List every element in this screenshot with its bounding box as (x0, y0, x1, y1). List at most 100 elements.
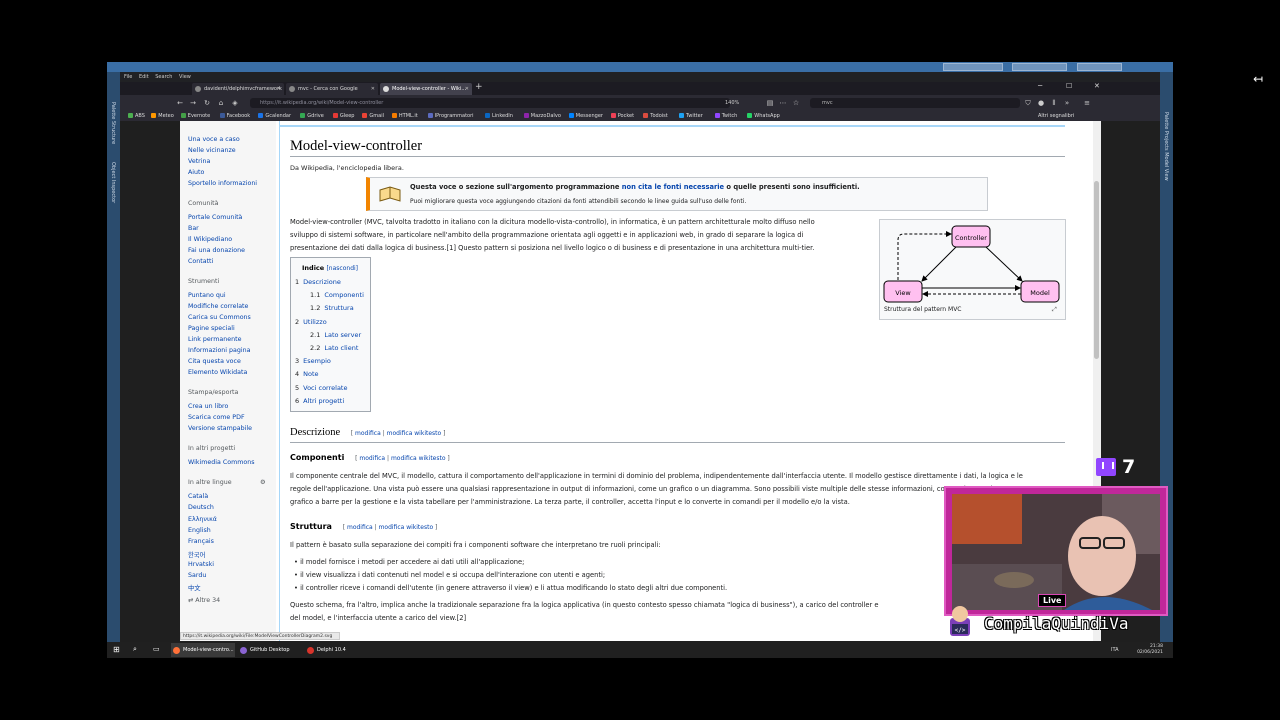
edit-link[interactable]: modifica (347, 524, 373, 531)
menu-edit[interactable]: Edit (139, 74, 149, 80)
top-field-2[interactable] (1012, 63, 1067, 71)
toc-item[interactable]: 3 Esempio (295, 357, 331, 365)
exit-fullscreen-icon[interactable]: ↤ (1253, 72, 1263, 86)
bookmark-item[interactable]: Todoist (643, 111, 668, 121)
bookmark-item[interactable]: Gleep (332, 111, 354, 121)
search-icon[interactable]: ⌕ (133, 645, 137, 654)
sidebar-link[interactable]: Scarica come PDF (188, 414, 245, 421)
sidebar-link[interactable]: Una voce a caso (188, 136, 240, 143)
reader-icon[interactable]: ▤ (765, 98, 775, 108)
top-field-3[interactable] (1077, 63, 1122, 71)
sidebar-language-link[interactable]: Deutsch (188, 504, 214, 511)
toc-item[interactable]: 1.1 Componenti (310, 291, 364, 299)
taskbar-github[interactable]: GitHub Desktop (238, 643, 302, 657)
minimize-icon[interactable]: ─ (1038, 82, 1042, 90)
sidebar-link[interactable]: Wikimedia Commons (188, 459, 255, 466)
mvc-diagram-thumb[interactable]: Controller View Model Struttura del patt… (879, 219, 1066, 320)
sidebar-link[interactable]: Sportello informazioni (188, 180, 257, 187)
sidebar-language-link[interactable]: English (188, 527, 211, 534)
sidebar-language-link[interactable]: Català (188, 493, 208, 500)
reload-icon[interactable]: ↻ (202, 98, 212, 108)
bookmark-star-icon[interactable]: ☆ (791, 98, 801, 108)
overflow-icon[interactable]: » (1062, 98, 1072, 108)
sidebar-language-link[interactable]: 中文 (188, 583, 201, 592)
sidebar-link[interactable]: Il Wikipediano (188, 236, 232, 243)
home-icon[interactable]: ⌂ (216, 98, 226, 108)
edit-wikitext-link[interactable]: modifica wikitesto (387, 430, 442, 437)
toc-item[interactable]: 1.2 Struttura (310, 304, 354, 312)
bookmark-item[interactable]: ABS (128, 111, 145, 121)
close-icon[interactable]: ✕ (371, 83, 375, 95)
sidebar-link[interactable]: Vetrina (188, 158, 210, 165)
bookmark-item[interactable]: Twitch (714, 111, 737, 121)
sidebar-link[interactable]: Modifiche correlate (188, 303, 248, 310)
sidebar-link[interactable]: Crea un libro (188, 403, 228, 410)
sidebar-link[interactable]: Informazioni pagina (188, 347, 251, 354)
taskbar-delphi[interactable]: Delphi 10.4 (305, 643, 369, 657)
sidebar-link[interactable]: Link permanente (188, 336, 241, 343)
bookmark-item[interactable]: IProgrammatori (427, 111, 474, 121)
sidebar-language-link[interactable]: Hrvatski (188, 561, 214, 568)
toc-toggle[interactable]: [nascondi] (326, 265, 358, 272)
bookmark-item[interactable]: HTML.it (391, 111, 418, 121)
bookmark-item[interactable]: Gmail (362, 111, 384, 121)
bookmark-item[interactable]: Pocket (610, 111, 634, 121)
notice-link[interactable]: non cita le fonti necessarie (622, 183, 724, 191)
bookmark-item[interactable]: LinkedIn (485, 111, 513, 121)
back-icon[interactable]: ← (175, 98, 185, 108)
toc-item[interactable]: 5 Voci correlate (295, 384, 347, 392)
toc-item[interactable]: 1 Descrizione (295, 278, 341, 286)
hamburger-menu-icon[interactable]: ≡ (1082, 98, 1092, 108)
shield-icon[interactable]: ⛉ (1023, 98, 1033, 108)
options-icon[interactable]: ⋯ (778, 98, 788, 108)
toc-item[interactable]: 2.1 Lato server (310, 331, 361, 339)
close-icon[interactable]: ✕ (465, 83, 469, 95)
zoom-level[interactable]: 140% (725, 99, 739, 107)
sidebar-link[interactable]: Cita questa voce (188, 358, 241, 365)
other-bookmarks[interactable]: Altri segnalibri (1038, 111, 1074, 121)
library-icon[interactable]: ⫴ (1049, 98, 1059, 108)
bookmark-item[interactable]: Evernote (180, 111, 210, 121)
edit-link[interactable]: modifica (355, 430, 381, 437)
maximize-icon[interactable]: ☐ (1066, 82, 1072, 90)
sidebar-link[interactable]: Aiuto (188, 169, 204, 176)
sidebar-link[interactable]: Nelle vicinanze (188, 147, 236, 154)
bookmark-item[interactable]: Gdrive (300, 111, 324, 121)
menu-search[interactable]: Search (155, 74, 172, 80)
extension-icon[interactable]: ● (1036, 98, 1046, 108)
top-field[interactable] (943, 63, 1003, 71)
sidebar-link[interactable]: Pagine speciali (188, 325, 235, 332)
bookmark-item[interactable]: MazzoDaIvo (523, 111, 561, 121)
url-bar[interactable]: https://it.wikipedia.org/wiki/Model-view… (250, 98, 730, 108)
language-indicator[interactable]: ITA (1111, 647, 1119, 653)
more-languages-button[interactable]: ⇄ Altre 34 (188, 597, 220, 604)
sidebar-link[interactable]: Bar (188, 225, 199, 232)
menu-view[interactable]: View (179, 74, 191, 80)
search-bar[interactable]: mvc (810, 98, 1020, 108)
forward-icon[interactable]: → (188, 98, 198, 108)
edit-wikitext-link[interactable]: modifica wikitesto (391, 455, 446, 462)
menu-file[interactable]: File (124, 74, 132, 80)
sidebar-link[interactable]: Contatti (188, 258, 213, 265)
tab-github[interactable]: davidenti/delphimvcframework ✕ (192, 83, 284, 95)
close-window-icon[interactable]: ✕ (1094, 82, 1100, 90)
sidebar-language-link[interactable]: Ελληνικά (188, 516, 217, 523)
sidebar-link[interactable]: Carica su Commons (188, 314, 251, 321)
sidebar-link[interactable]: Elemento Wikidata (188, 369, 247, 376)
close-icon[interactable]: ✕ (277, 83, 281, 95)
sidebar-link[interactable]: Portale Comunità (188, 214, 242, 221)
bookmark-item[interactable]: Twitter (679, 111, 703, 121)
toc-item[interactable]: 4 Note (295, 370, 319, 378)
bookmark-item[interactable]: WhatsApp (747, 111, 780, 121)
sidebar-link[interactable]: Versione stampabile (188, 425, 252, 432)
tab-wikipedia[interactable]: Model-view-controller - Wiki... ✕ (380, 83, 472, 95)
bookmark-item[interactable]: Gcalendar (258, 111, 291, 121)
sidebar-language-link[interactable]: 한국어 (188, 550, 205, 559)
sidebar-language-link[interactable]: Sardu (188, 572, 206, 579)
task-view-icon[interactable]: ▭ (153, 645, 160, 653)
language-settings-icon[interactable]: ⚙ (260, 479, 266, 486)
enlarge-icon[interactable]: ⤢ (1052, 306, 1057, 314)
taskbar-firefox[interactable]: Model-view-contro... (171, 643, 235, 657)
sidebar-link[interactable]: Puntano qui (188, 292, 226, 299)
windows-start-icon[interactable]: ⊞ (113, 645, 120, 654)
